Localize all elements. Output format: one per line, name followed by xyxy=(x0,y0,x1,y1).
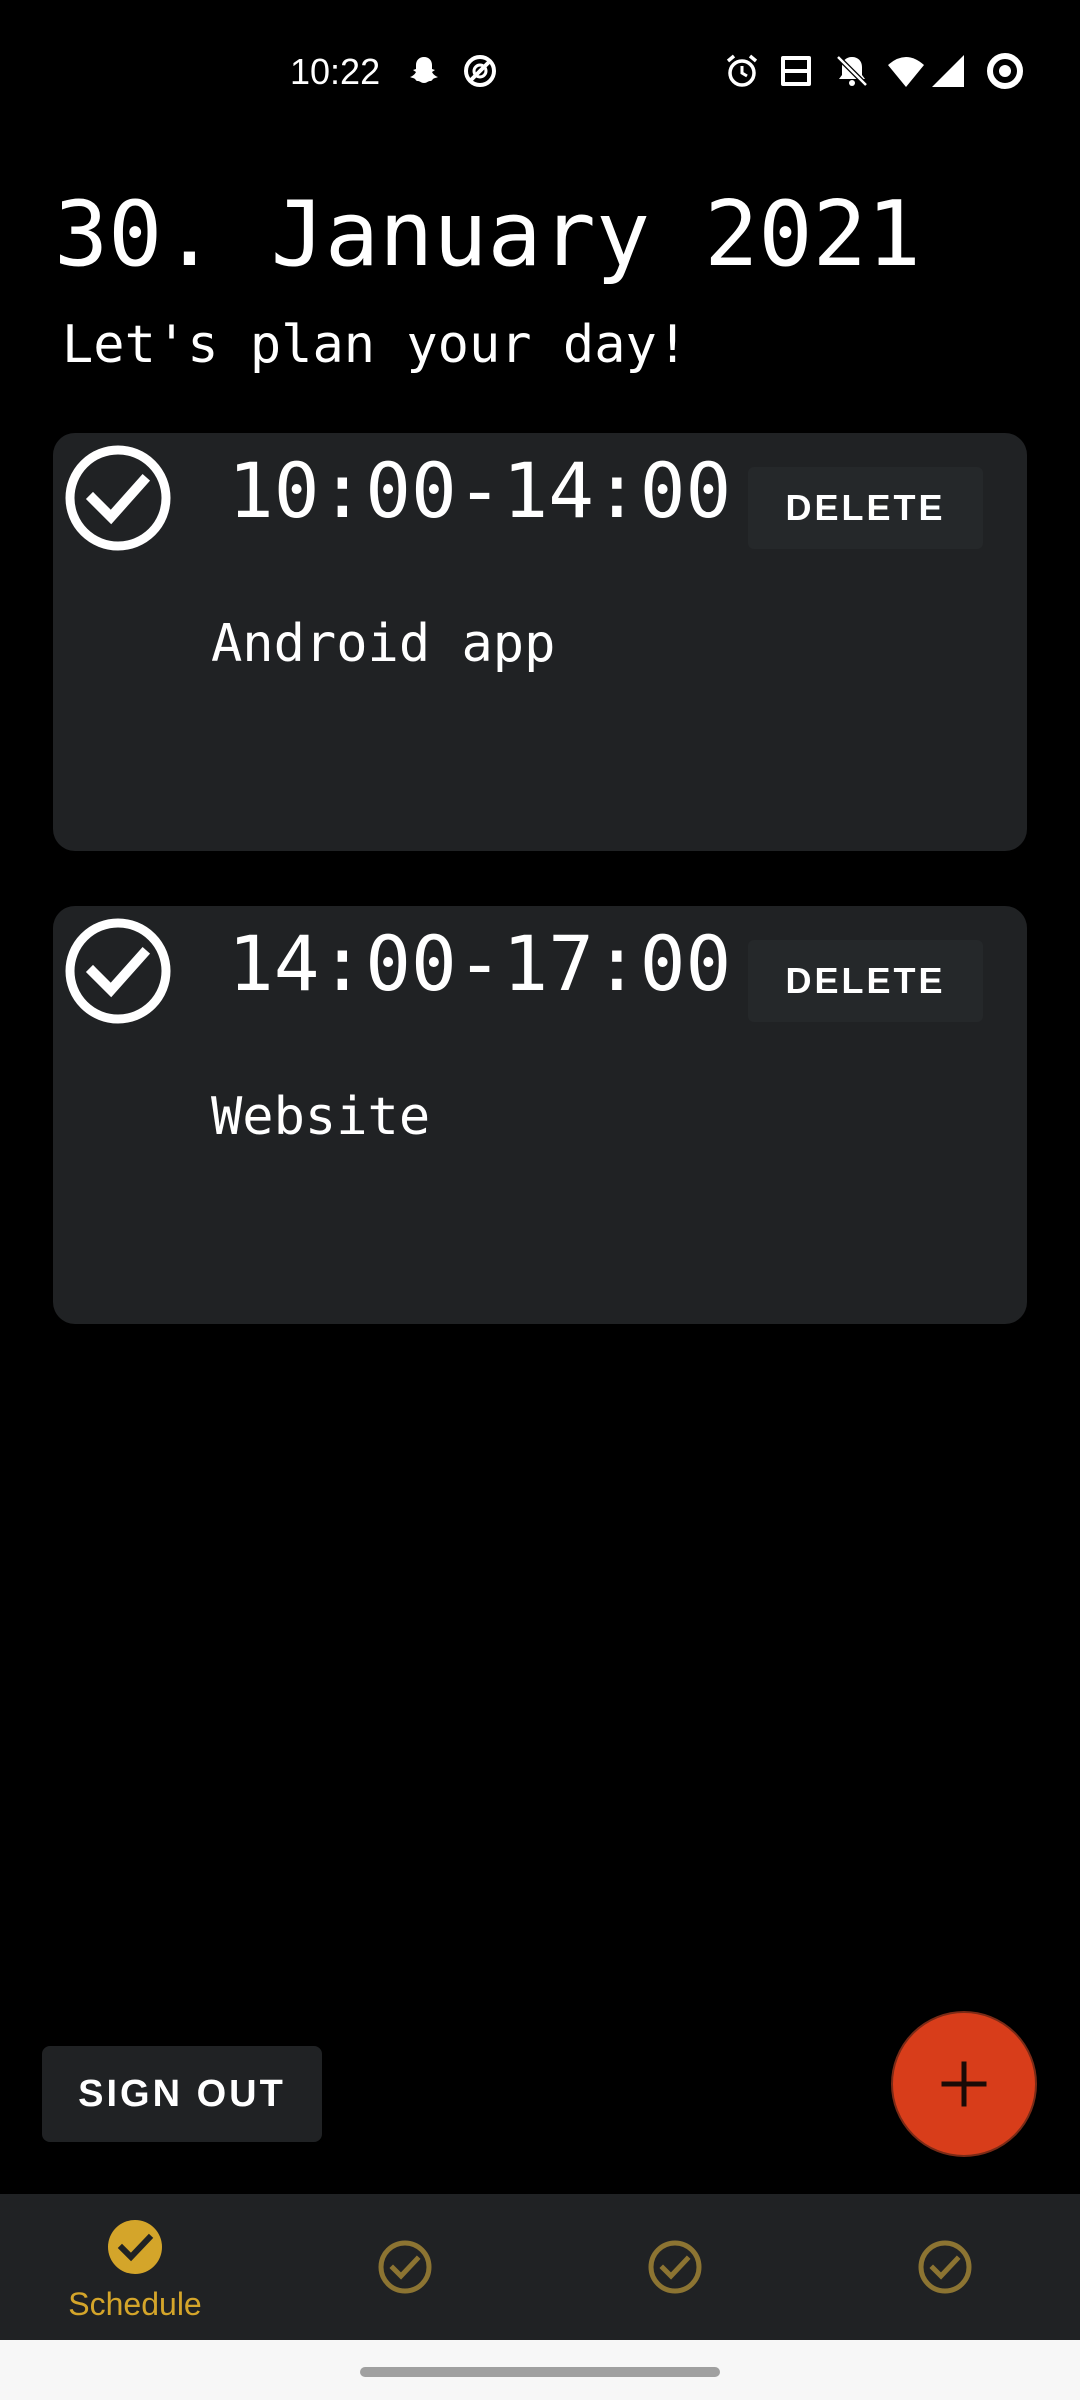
page-title: 30. January 2021 xyxy=(54,182,921,287)
alarm-icon xyxy=(722,51,762,91)
task-time: 10:00-14:00 xyxy=(228,446,732,535)
nav-label-schedule: Schedule xyxy=(68,2286,202,2322)
check-circle-outline-icon xyxy=(916,2238,974,2296)
nav-item-schedule[interactable]: Schedule xyxy=(0,2194,270,2340)
nav-item-3[interactable] xyxy=(540,2194,810,2340)
status-time: 10:22 xyxy=(290,51,381,92)
task-title: Website xyxy=(211,1087,431,1147)
signal-icon xyxy=(928,51,968,91)
volte-icon xyxy=(776,51,816,91)
check-circle-icon[interactable] xyxy=(63,916,173,1026)
check-circle-outline-icon xyxy=(646,2238,704,2296)
delete-button[interactable]: DELETE xyxy=(748,940,983,1022)
gesture-navigation-area xyxy=(0,2340,1080,2400)
battery-ring-icon xyxy=(985,51,1025,91)
plus-icon xyxy=(938,2058,990,2110)
wifi-icon xyxy=(886,51,926,91)
add-task-button[interactable] xyxy=(891,2011,1037,2157)
task-time: 14:00-17:00 xyxy=(228,919,732,1008)
check-circle-outline-icon xyxy=(376,2238,434,2296)
delete-button[interactable]: DELETE xyxy=(748,467,983,549)
task-card: 10:00-14:00 DELETE Android app xyxy=(53,433,1027,851)
task-card: 14:00-17:00 DELETE Website xyxy=(53,906,1027,1324)
check-circle-filled-icon xyxy=(106,2218,164,2276)
nav-item-4[interactable] xyxy=(810,2194,1080,2340)
notifications-off-icon xyxy=(832,51,872,91)
status-bar: 10:22 xyxy=(0,0,1080,140)
data-saver-icon xyxy=(460,51,500,91)
page-subtitle: Let's plan your day! xyxy=(62,315,689,375)
check-circle-icon[interactable] xyxy=(63,443,173,553)
bottom-navigation: Schedule xyxy=(0,2194,1080,2340)
nav-item-2[interactable] xyxy=(270,2194,540,2340)
sign-out-button[interactable]: SIGN OUT xyxy=(42,2046,322,2142)
gesture-handle[interactable] xyxy=(360,2367,720,2377)
snapchat-icon xyxy=(404,51,444,91)
task-title: Android app xyxy=(211,614,556,674)
